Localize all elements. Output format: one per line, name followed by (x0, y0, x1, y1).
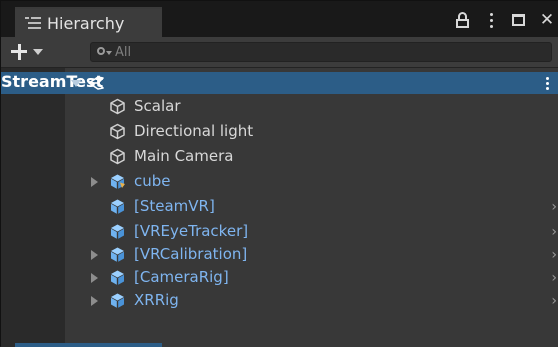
maximize-icon[interactable] (511, 12, 527, 28)
list-item[interactable]: [VREyeTracker] › (1, 221, 558, 243)
fold-closed-icon[interactable] (91, 250, 98, 260)
chevron-right-icon[interactable]: › (551, 224, 557, 240)
list-item[interactable]: XRRig › (1, 290, 558, 312)
item-label: cube (134, 172, 171, 190)
search-input[interactable] (115, 44, 535, 60)
prefab-variant-icon (111, 174, 125, 189)
prefab-cube-icon (111, 247, 124, 262)
scene-row[interactable]: StreamTest (1, 72, 558, 94)
fold-closed-icon[interactable] (91, 273, 98, 283)
scene-menu-icon[interactable] (546, 77, 549, 90)
toolbar (1, 37, 558, 68)
search-field[interactable] (90, 42, 552, 62)
search-icon[interactable] (97, 46, 112, 58)
chevron-down-icon (33, 49, 43, 55)
item-label: [CameraRig] (134, 268, 229, 286)
list-item[interactable]: Scalar (1, 96, 558, 118)
list-item[interactable]: [VRCalibration] › (1, 244, 558, 266)
list-item[interactable]: [SteamVR] › (1, 196, 558, 218)
item-label: [SteamVR] (134, 197, 215, 215)
prefab-cube-icon (111, 270, 124, 285)
cube-outline-icon (110, 148, 125, 165)
fold-closed-icon[interactable] (91, 296, 98, 306)
unity-scene-icon (88, 76, 104, 90)
kebab-menu-icon[interactable] (483, 12, 499, 28)
prefab-cube-icon (111, 293, 124, 308)
item-label: XRRig (134, 291, 179, 309)
window-controls: ✕ (455, 11, 555, 29)
fold-open-icon[interactable] (71, 80, 81, 87)
item-label: Scalar (134, 97, 181, 115)
tab-bar: Hierarchy ✕ (1, 1, 558, 37)
item-label: [VREyeTracker] (134, 222, 249, 240)
item-label: Main Camera (134, 147, 234, 165)
list-item[interactable]: Directional light (1, 121, 558, 143)
chevron-right-icon[interactable]: › (551, 199, 557, 215)
tab-focus-strip (15, 343, 162, 347)
item-label: Directional light (134, 122, 254, 140)
lock-icon[interactable] (455, 12, 471, 28)
list-item[interactable]: Main Camera (1, 146, 558, 168)
cube-outline-icon (110, 123, 125, 140)
hierarchy-list-icon (25, 16, 41, 30)
plus-icon (11, 44, 27, 60)
item-label: [VRCalibration] (134, 245, 248, 263)
tab-title: Hierarchy (47, 13, 125, 33)
close-icon[interactable]: ✕ (539, 12, 555, 29)
prefab-cube-icon (111, 224, 124, 239)
chevron-right-icon[interactable]: › (551, 293, 557, 309)
list-item[interactable]: [CameraRig] › (1, 267, 558, 289)
chevron-right-icon[interactable]: › (551, 270, 557, 286)
hierarchy-tree: StreamTest Scalar Directional light Main… (1, 68, 558, 347)
tab-hierarchy[interactable]: Hierarchy (15, 7, 162, 37)
list-item[interactable]: cube (1, 171, 558, 193)
cube-outline-icon (110, 98, 125, 115)
hierarchy-window: Hierarchy ✕ StreamTest (0, 0, 558, 347)
prefab-cube-icon (111, 199, 124, 214)
chevron-right-icon[interactable]: › (551, 247, 557, 263)
add-object-button[interactable] (11, 41, 53, 63)
fold-closed-icon[interactable] (91, 177, 98, 187)
